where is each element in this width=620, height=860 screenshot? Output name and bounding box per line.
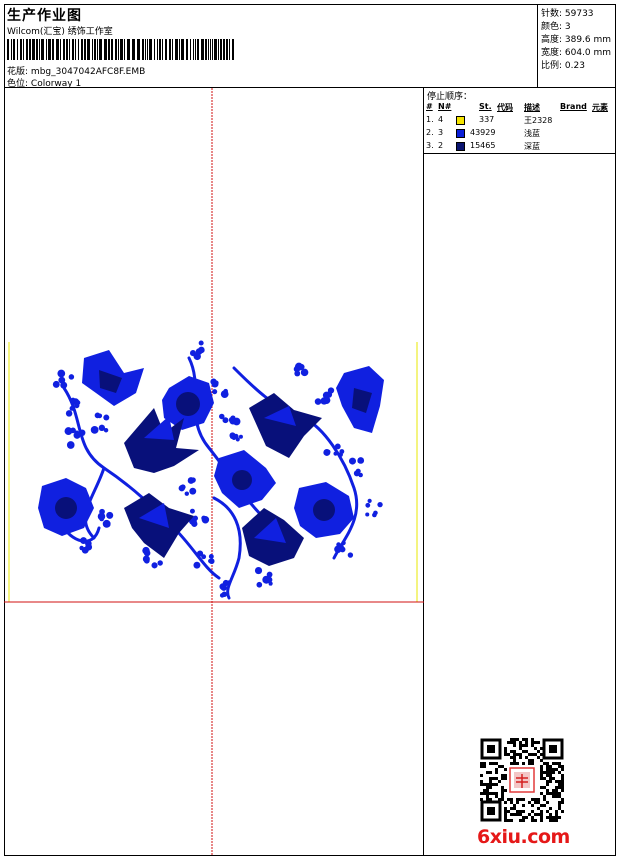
- table-row: 2. 3 43929 浅蓝: [424, 128, 616, 141]
- row-description: 浅蓝: [524, 129, 540, 138]
- row-needle: 3: [438, 128, 444, 137]
- col-header-stitches: St.: [479, 102, 492, 111]
- row-index: 3.: [426, 141, 434, 150]
- row-stitches: 15465: [470, 141, 496, 150]
- flower-bottom-right: [294, 482, 354, 538]
- barcode: [7, 39, 234, 60]
- stat-ratio: 比例: 0.23: [541, 61, 585, 71]
- stat-stitches: 针数: 59733: [541, 9, 594, 19]
- color-swatch: [456, 142, 465, 151]
- color-swatch: [456, 116, 465, 125]
- stats-panel: 针数: 59733 颜色: 3 高度: 389.6 mm 宽度: 604.0 m…: [538, 4, 616, 88]
- design-preview: [4, 88, 424, 856]
- embroidery-pattern: [38, 340, 384, 600]
- row-stitches: 43929: [470, 128, 496, 137]
- row-index: 2.: [426, 128, 434, 137]
- col-header-code: 代码: [497, 103, 513, 112]
- col-header-brand: Brand: [560, 102, 587, 111]
- col-header-description: 描述: [524, 103, 540, 112]
- studio-name: Wilcom(汇宝) 绣饰工作室: [7, 27, 113, 37]
- stop-sequence-panel: 停止顺序： # N# St. 代码 描述 Brand 元素 1. 4 337 王…: [424, 88, 616, 154]
- embroidery-canvas: [4, 88, 424, 856]
- qr-code-icon: [480, 738, 564, 822]
- row-needle: 2: [438, 141, 444, 150]
- table-row: 3. 2 15465 深蓝: [424, 141, 616, 154]
- header-panel: 生产作业图 Wilcom(汇宝) 绣饰工作室 花版: mbg_3047042AF…: [4, 4, 538, 89]
- flower-top-right: [336, 366, 384, 433]
- flower-top-left: [82, 350, 144, 406]
- table-row: 1. 4 337 王2328: [424, 115, 616, 128]
- watermark: 6xiu.com: [477, 826, 570, 848]
- color-swatch: [456, 129, 465, 138]
- page-title: 生产作业图: [7, 8, 82, 24]
- row-needle: 4: [438, 115, 444, 124]
- flower-center: [214, 450, 276, 508]
- stat-colors: 颜色: 3: [541, 22, 571, 32]
- row-description: 王2328: [524, 116, 553, 125]
- row-index: 1.: [426, 115, 434, 124]
- stop-sequence-title: 停止顺序：: [427, 92, 473, 102]
- row-description: 深蓝: [524, 142, 540, 151]
- stat-width: 宽度: 604.0 mm: [541, 48, 612, 58]
- stat-height: 高度: 389.6 mm: [541, 35, 612, 45]
- col-header-index: #: [426, 102, 433, 111]
- col-header-needle: N#: [438, 102, 452, 111]
- col-header-element: 元素: [592, 103, 608, 112]
- row-stitches: 337: [479, 115, 495, 124]
